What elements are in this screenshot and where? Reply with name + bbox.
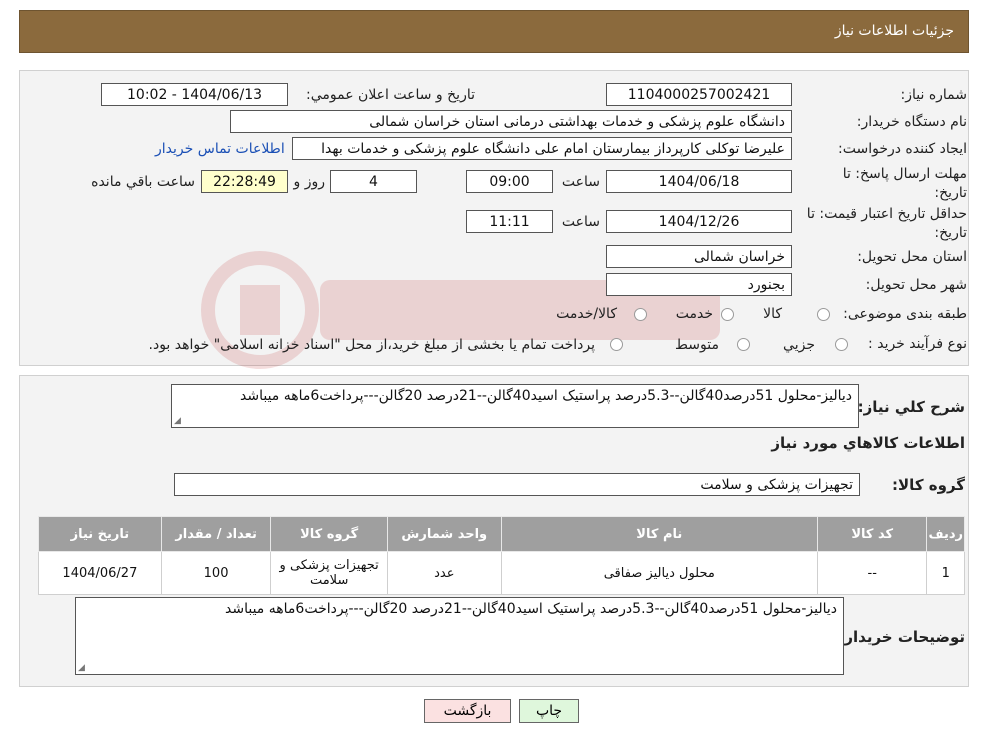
validity-date-field: 1404/12/26	[606, 210, 792, 233]
category-radio-service[interactable]	[721, 308, 734, 321]
process-treasury-note: پرداخت تمام یا بخشی از مبلغ خرید،از محل …	[148, 337, 595, 353]
validity-time-label: ساعت	[561, 214, 600, 230]
goods-table-header: رديف کد کالا نام کالا واحد شمارش گروه کا…	[38, 516, 965, 552]
deadline-label: مهلت ارسال پاسخ: تا تاریخ:	[843, 165, 967, 203]
category-radio-goods[interactable]	[817, 308, 830, 321]
category-option-service: خدمت	[675, 306, 713, 322]
province-label: استان محل تحویل:	[857, 249, 967, 265]
days-field: 4	[330, 170, 417, 193]
table-row: 1 -- محلول دیالیز صفاقی عدد تجهیزات پزشک…	[38, 551, 965, 595]
category-label: طبقه بندی موضوعی:	[843, 306, 967, 322]
col-qty: تعداد / مقدار	[160, 516, 272, 552]
validity-label: حداقل تاریخ اعتبار قیمت: تا تاریخ:	[807, 205, 967, 243]
process-radio-treasury[interactable]	[610, 338, 623, 351]
col-name: نام کالا	[500, 516, 818, 552]
validity-time-field: 11:11	[466, 210, 553, 233]
buyer-contact-link[interactable]: اطلاعات تماس خریدار	[155, 141, 285, 157]
buyer-org-field: دانشگاه علوم پزشکی و خدمات بهداشتی درمان…	[230, 110, 792, 133]
remaining-label: ساعت باقي مانده	[91, 174, 195, 190]
cell-code: --	[816, 551, 928, 595]
resize-grip-icon[interactable]: ◢	[78, 663, 85, 673]
cell-date: 1404/06/27	[38, 551, 162, 595]
buyer-org-label: نام دستگاه خریدار:	[856, 114, 967, 130]
process-option-minor: جزیي	[783, 337, 815, 353]
process-option-medium: متوسط	[675, 337, 719, 353]
buyer-notes-text: دیالیز-محلول 51درصد40گالن--5.3درصد پراست…	[225, 601, 837, 617]
col-unit: واحد شمارش	[386, 516, 502, 552]
process-radio-minor[interactable]	[835, 338, 848, 351]
deadline-time-label: ساعت	[561, 174, 600, 190]
summary-label: شرح كلي نياز:	[857, 398, 965, 416]
buyer-notes-textarea: دیالیز-محلول 51درصد40گالن--5.3درصد پراست…	[75, 597, 844, 675]
creator-label: ایجاد کننده درخواست:	[838, 141, 967, 157]
need-number-field: 1104000257002421	[606, 83, 792, 106]
deadline-time-field: 09:00	[466, 170, 553, 193]
resize-grip-icon[interactable]: ◢	[174, 416, 181, 426]
col-date: تاریخ نیاز	[38, 516, 162, 552]
col-code: کد کالا	[816, 516, 928, 552]
process-type-label: نوع فرآیند خرید :	[868, 336, 967, 352]
province-field: خراسان شمالی	[606, 245, 792, 268]
city-field: بجنورد	[606, 273, 792, 296]
cell-group: تجهیزات پزشکی و سلامت	[270, 551, 388, 595]
need-number-label: شماره نیاز:	[900, 87, 968, 103]
city-label: شهر محل تحویل:	[865, 277, 967, 293]
goods-section-title: اطلاعات كالاهاي مورد نياز	[771, 434, 965, 452]
creator-field: علیرضا توکلی کارپرداز بیمارستان امام علی…	[292, 137, 792, 160]
back-button[interactable]: بازگشت	[424, 699, 511, 723]
category-option-goods: کالا	[763, 306, 782, 322]
buyer-notes-label: توضیحات خریدار:	[838, 628, 965, 646]
goods-group-field: تجهیزات پزشکی و سلامت	[174, 473, 860, 496]
page-header: جزئیات اطلاعات نیاز	[19, 10, 969, 53]
days-label: روز و	[293, 174, 326, 190]
deadline-label-line2: تاریخ:	[934, 185, 967, 201]
announce-date-field: 1404/06/13 - 10:02	[101, 83, 288, 106]
announce-date-label: تاریخ و ساعت اعلان عمومي:	[306, 87, 475, 103]
goods-group-label: گروه کالا:	[892, 476, 965, 494]
summary-text: دیالیز-محلول 51درصد40گالن--5.3درصد پراست…	[240, 388, 852, 404]
validity-label-line1: حداقل تاریخ اعتبار قیمت: تا	[806, 206, 967, 222]
cell-qty: 100	[160, 551, 272, 595]
col-row: رديف	[926, 516, 965, 552]
cell-name: محلول دیالیز صفاقی	[500, 551, 818, 595]
col-group: گروه کالا	[270, 516, 388, 552]
summary-textarea: دیالیز-محلول 51درصد40گالن--5.3درصد پراست…	[171, 384, 859, 428]
cell-row: 1	[926, 551, 965, 595]
cell-unit: عدد	[386, 551, 502, 595]
page-title: جزئیات اطلاعات نیاز	[834, 23, 954, 39]
process-radio-medium[interactable]	[737, 338, 750, 351]
deadline-date-field: 1404/06/18	[606, 170, 792, 193]
remaining-time-field: 22:28:49	[201, 170, 288, 193]
validity-label-line2: تاریخ:	[934, 225, 967, 241]
print-button[interactable]: چاپ	[519, 699, 579, 723]
goods-table: رديف کد کالا نام کالا واحد شمارش گروه کا…	[38, 516, 965, 595]
category-option-goods-service: کالا/خدمت	[556, 306, 617, 322]
category-radio-goods-service[interactable]	[634, 308, 647, 321]
deadline-label-line1: مهلت ارسال پاسخ: تا	[842, 166, 967, 182]
